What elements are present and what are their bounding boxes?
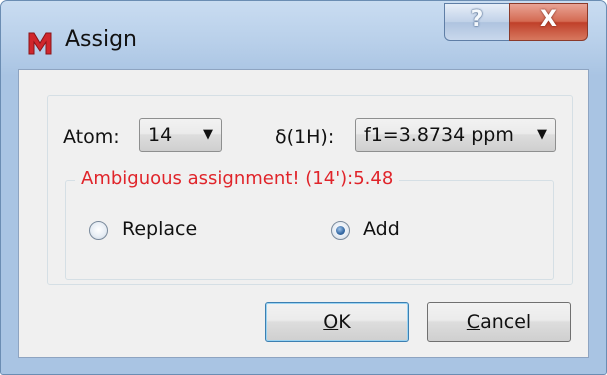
cancel-button[interactable]: Cancel (427, 302, 571, 342)
help-button[interactable]: ? (444, 3, 510, 41)
assign-dialog: Assign ? X Atom: 14 ▼ δ(1H): f1=3.8734 p… (0, 0, 607, 375)
atom-value: 14 (148, 124, 173, 146)
chevron-down-icon: ▼ (203, 127, 213, 142)
atom-label: Atom: (63, 126, 120, 148)
close-button[interactable]: X (509, 3, 588, 41)
mnova-app-icon (27, 30, 53, 56)
ok-button[interactable]: OK (265, 302, 409, 342)
atom-combobox[interactable]: 14 ▼ (139, 118, 222, 152)
ok-mnemonic: O (323, 311, 339, 333)
shift-value: f1=3.8734 ppm (364, 124, 514, 146)
cancel-mnemonic: C (466, 311, 481, 333)
help-icon: ? (470, 7, 484, 32)
radio-selected-dot (336, 226, 345, 235)
replace-label[interactable]: Replace (122, 218, 197, 240)
window-title: Assign (65, 27, 137, 52)
shift-combobox[interactable]: f1=3.8734 ppm ▼ (355, 118, 556, 152)
ok-label-rest: K (338, 311, 351, 333)
ambiguity-warning: Ambiguous assignment! (14'):5.48 (75, 168, 400, 189)
shift-label: δ(1H): (275, 126, 335, 148)
chevron-down-icon: ▼ (537, 127, 547, 142)
close-icon: X (540, 7, 557, 32)
add-radio[interactable] (331, 221, 350, 240)
title-bar[interactable]: Assign ? X (1, 1, 606, 69)
dialog-body: Atom: 14 ▼ δ(1H): f1=3.8734 ppm ▼ Ambigu… (18, 69, 589, 358)
replace-radio[interactable] (89, 221, 108, 240)
cancel-label-rest: ancel (480, 311, 532, 333)
add-label[interactable]: Add (363, 218, 400, 240)
